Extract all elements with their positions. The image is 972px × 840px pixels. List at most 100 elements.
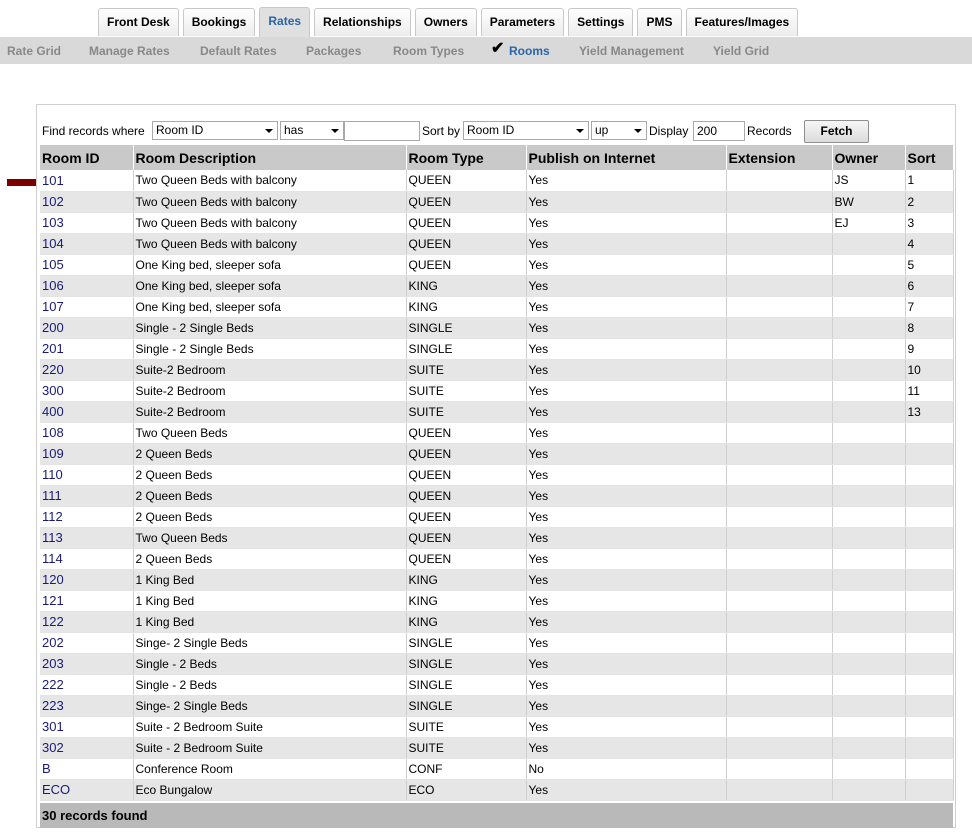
- table-cell: 2 Queen Beds: [133, 506, 407, 528]
- room-id-link[interactable]: 203: [40, 653, 134, 675]
- room-id-link[interactable]: ECO: [40, 779, 134, 801]
- column-header[interactable]: Extension: [726, 145, 833, 170]
- table-cell: [726, 191, 833, 213]
- room-id-link[interactable]: 111: [40, 485, 134, 507]
- table-cell: [905, 590, 954, 612]
- table-cell: [832, 737, 906, 759]
- table-cell: SUITE: [406, 737, 527, 759]
- subnav-rate-grid[interactable]: Rate Grid: [7, 44, 61, 58]
- tab-relationships[interactable]: Relationships: [314, 8, 411, 36]
- table-cell: [726, 254, 833, 276]
- table-cell: Yes: [526, 359, 727, 381]
- table-cell: [726, 611, 833, 633]
- room-id-link[interactable]: 104: [40, 233, 134, 255]
- tab-owners[interactable]: Owners: [414, 8, 477, 36]
- column-header[interactable]: Room Type: [406, 145, 527, 170]
- table-cell: Yes: [526, 653, 727, 675]
- table-cell: Suite-2 Bedroom: [133, 359, 407, 381]
- table-row: 111 2 Queen Beds QUEEN Yes: [40, 485, 954, 507]
- table-row: 200 Single - 2 Single Beds SINGLE Yes 8: [40, 317, 954, 339]
- tab-settings[interactable]: Settings: [568, 8, 634, 36]
- room-id-link[interactable]: 202: [40, 632, 134, 654]
- subnav-default-rates[interactable]: Default Rates: [200, 44, 277, 58]
- room-id-link[interactable]: 400: [40, 401, 134, 423]
- table-cell: QUEEN: [406, 485, 527, 507]
- table-cell: 1: [905, 170, 954, 192]
- tab-front-desk[interactable]: Front Desk: [98, 8, 179, 36]
- table-cell: Yes: [526, 632, 727, 654]
- subnav-room-types[interactable]: Room Types: [393, 44, 464, 58]
- tab-rates[interactable]: Rates: [259, 7, 311, 37]
- room-id-link[interactable]: 223: [40, 695, 134, 717]
- column-header[interactable]: Publish on Internet: [526, 145, 727, 170]
- search-input[interactable]: [344, 121, 420, 141]
- operator-select[interactable]: has: [280, 121, 344, 140]
- table-cell: [726, 527, 833, 549]
- table-cell: 2: [905, 191, 954, 213]
- subnav-yield-management[interactable]: Yield Management: [579, 44, 684, 58]
- table-cell: Yes: [526, 464, 727, 486]
- room-id-link[interactable]: 109: [40, 443, 134, 465]
- sort-select-value: Room ID: [467, 123, 515, 137]
- column-header[interactable]: Room Description: [133, 145, 407, 170]
- room-id-link[interactable]: 121: [40, 590, 134, 612]
- checkmark-icon: ✔: [491, 40, 505, 57]
- table-cell: [726, 401, 833, 423]
- table-cell: Singe- 2 Single Beds: [133, 632, 407, 654]
- room-id-link[interactable]: 220: [40, 359, 134, 381]
- subnav-manage-rates[interactable]: Manage Rates: [89, 44, 170, 58]
- room-id-link[interactable]: 114: [40, 548, 134, 570]
- table-cell: KING: [406, 296, 527, 318]
- room-id-link[interactable]: 113: [40, 527, 134, 549]
- table-row: 202 Singe- 2 Single Beds SINGLE Yes: [40, 632, 954, 654]
- table-row: 300 Suite-2 Bedroom SUITE Yes 11: [40, 380, 954, 402]
- tab-bookings[interactable]: Bookings: [182, 8, 256, 36]
- display-count-input[interactable]: 200: [693, 121, 745, 141]
- room-id-link[interactable]: 110: [40, 464, 134, 486]
- table-row: 222 Single - 2 Beds SINGLE Yes: [40, 674, 954, 696]
- room-id-link[interactable]: 108: [40, 422, 134, 444]
- room-id-link[interactable]: 200: [40, 317, 134, 339]
- table-cell: Single - 2 Single Beds: [133, 338, 407, 360]
- table-cell: Two Queen Beds: [133, 527, 407, 549]
- column-header[interactable]: Owner: [832, 145, 906, 170]
- field-select[interactable]: Room ID: [152, 121, 278, 140]
- room-id-link[interactable]: 301: [40, 716, 134, 738]
- table-row: 113 Two Queen Beds QUEEN Yes: [40, 527, 954, 549]
- table-cell: [832, 338, 906, 360]
- subnav-rooms[interactable]: Rooms: [509, 44, 550, 58]
- direction-select[interactable]: up: [591, 121, 647, 140]
- table-cell: Yes: [526, 737, 727, 759]
- room-id-link[interactable]: 112: [40, 506, 134, 528]
- tab-features-images[interactable]: Features/Images: [685, 8, 799, 36]
- room-id-link[interactable]: B: [40, 758, 134, 780]
- table-cell: [832, 548, 906, 570]
- room-id-link[interactable]: 122: [40, 611, 134, 633]
- column-header[interactable]: Room ID: [40, 145, 134, 170]
- table-cell: Yes: [526, 401, 727, 423]
- room-id-link[interactable]: 102: [40, 191, 134, 213]
- tab-pms[interactable]: PMS: [637, 8, 682, 36]
- table-cell: [726, 464, 833, 486]
- subnav-yield-grid[interactable]: Yield Grid: [713, 44, 769, 58]
- fetch-button[interactable]: Fetch: [804, 120, 869, 143]
- table-row: 109 2 Queen Beds QUEEN Yes: [40, 443, 954, 465]
- room-id-link[interactable]: 201: [40, 338, 134, 360]
- column-header[interactable]: Sort: [905, 145, 954, 170]
- room-id-link[interactable]: 105: [40, 254, 134, 276]
- room-id-link[interactable]: 222: [40, 674, 134, 696]
- sort-select[interactable]: Room ID: [463, 121, 589, 140]
- table-row: 108 Two Queen Beds QUEEN Yes: [40, 422, 954, 444]
- room-id-link[interactable]: 106: [40, 275, 134, 297]
- subnav-packages[interactable]: Packages: [306, 44, 361, 58]
- room-id-link[interactable]: 300: [40, 380, 134, 402]
- room-id-link[interactable]: 120: [40, 569, 134, 591]
- room-id-link[interactable]: 107: [40, 296, 134, 318]
- table-cell: QUEEN: [406, 233, 527, 255]
- room-id-link[interactable]: 103: [40, 212, 134, 234]
- room-id-link[interactable]: 101: [40, 170, 134, 192]
- room-id-link[interactable]: 302: [40, 737, 134, 759]
- table-cell: Suite-2 Bedroom: [133, 401, 407, 423]
- table-cell: 9: [905, 338, 954, 360]
- tab-parameters[interactable]: Parameters: [480, 8, 565, 36]
